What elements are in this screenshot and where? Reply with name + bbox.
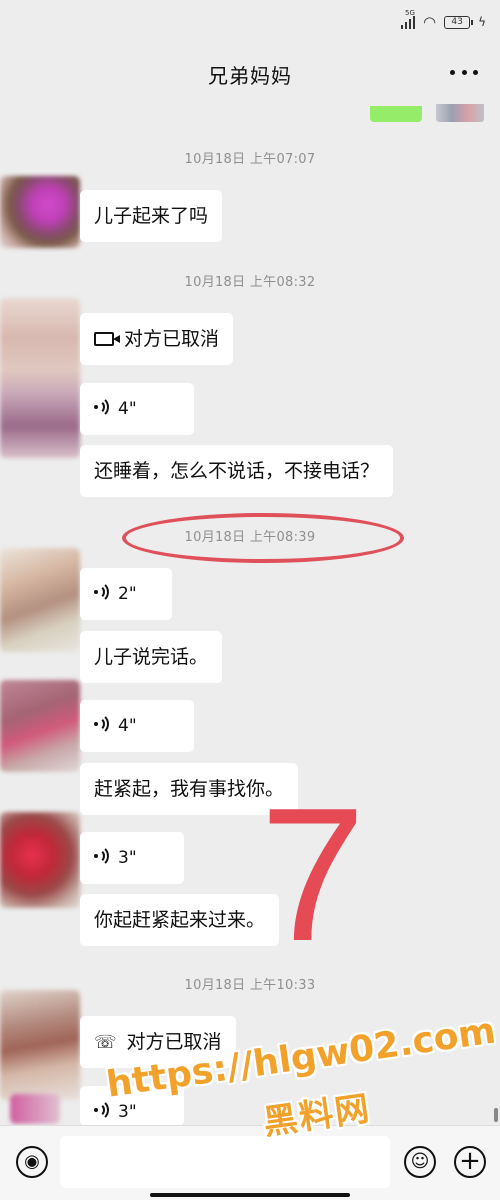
chat-title: 兄弟妈妈: [208, 64, 292, 88]
status-icons: 5G ◠ 43 ϟ: [400, 9, 486, 32]
contact-avatar[interactable]: [0, 548, 80, 652]
text-message[interactable]: 儿子说完话。: [80, 631, 223, 683]
video-call-icon: [94, 332, 120, 346]
text-message[interactable]: 还睡着，怎么不说话，不接电话？: [80, 445, 394, 497]
video-call-status: 对方已取消: [124, 328, 220, 350]
emoji-button[interactable]: ☺: [404, 1146, 436, 1178]
home-indicator[interactable]: [150, 1193, 350, 1197]
voice-input-icon: ◉: [24, 1151, 40, 1172]
plus-icon: +: [459, 1146, 481, 1176]
more-button[interactable]: [450, 64, 478, 80]
voice-message[interactable]: 3": [80, 832, 184, 884]
message-timestamp: 10月18日 上午07:07: [184, 152, 316, 167]
voice-message[interactable]: 4": [80, 700, 194, 752]
voice-message[interactable]: 4": [80, 383, 194, 435]
message-timestamp: 10月18日 上午08:39: [184, 530, 316, 545]
voice-duration: 3": [118, 848, 137, 868]
contact-avatar[interactable]: [0, 990, 80, 1100]
previous-message-bubble[interactable]: [370, 106, 422, 122]
voice-input-button[interactable]: ◉: [16, 1146, 48, 1178]
voice-wave-icon: [94, 581, 110, 603]
text-message[interactable]: 儿子起来了吗: [80, 190, 223, 242]
voice-wave-icon: [94, 1099, 110, 1121]
charging-icon: ϟ: [478, 15, 486, 29]
plus-button[interactable]: +: [454, 1146, 486, 1178]
battery-level: 43: [451, 16, 463, 27]
voice-wave-icon: [94, 845, 110, 867]
cellular-signal-icon: 5G: [400, 9, 415, 29]
voice-wave-icon: [94, 396, 110, 418]
voice-wave-icon: [94, 713, 110, 735]
voice-duration: 4": [118, 399, 137, 419]
more-dot-icon: [461, 69, 467, 75]
chat-header: 兄弟妈妈: [0, 40, 500, 104]
phone-hangup-icon: ☏: [94, 1032, 117, 1053]
voice-duration: 4": [118, 716, 137, 736]
video-call-message[interactable]: 对方已取消: [80, 313, 234, 365]
contact-avatar[interactable]: [0, 812, 80, 908]
network-type-label: 5G: [404, 9, 415, 17]
contact-avatar[interactable]: [0, 298, 80, 458]
contact-avatar[interactable]: [0, 680, 80, 772]
contact-avatar[interactable]: [10, 1094, 60, 1124]
voice-duration: 2": [118, 584, 137, 604]
emoji-icon: ☺: [410, 1151, 430, 1172]
watermark-name: 黑料网: [260, 1088, 374, 1144]
battery-icon: 43: [444, 15, 474, 29]
wifi-icon: ◠: [422, 13, 437, 31]
more-dot-icon: [450, 69, 455, 75]
text-message[interactable]: 你起赶紧起来过来。: [80, 894, 280, 946]
previous-image-thumbnail[interactable]: [436, 104, 484, 122]
voice-message[interactable]: 2": [80, 568, 172, 620]
contact-avatar[interactable]: [0, 176, 80, 248]
status-bar: 5G ◠ 43 ϟ: [0, 0, 500, 40]
message-timestamp: 10月18日 上午08:32: [184, 275, 316, 290]
more-dot-icon: [473, 69, 478, 75]
